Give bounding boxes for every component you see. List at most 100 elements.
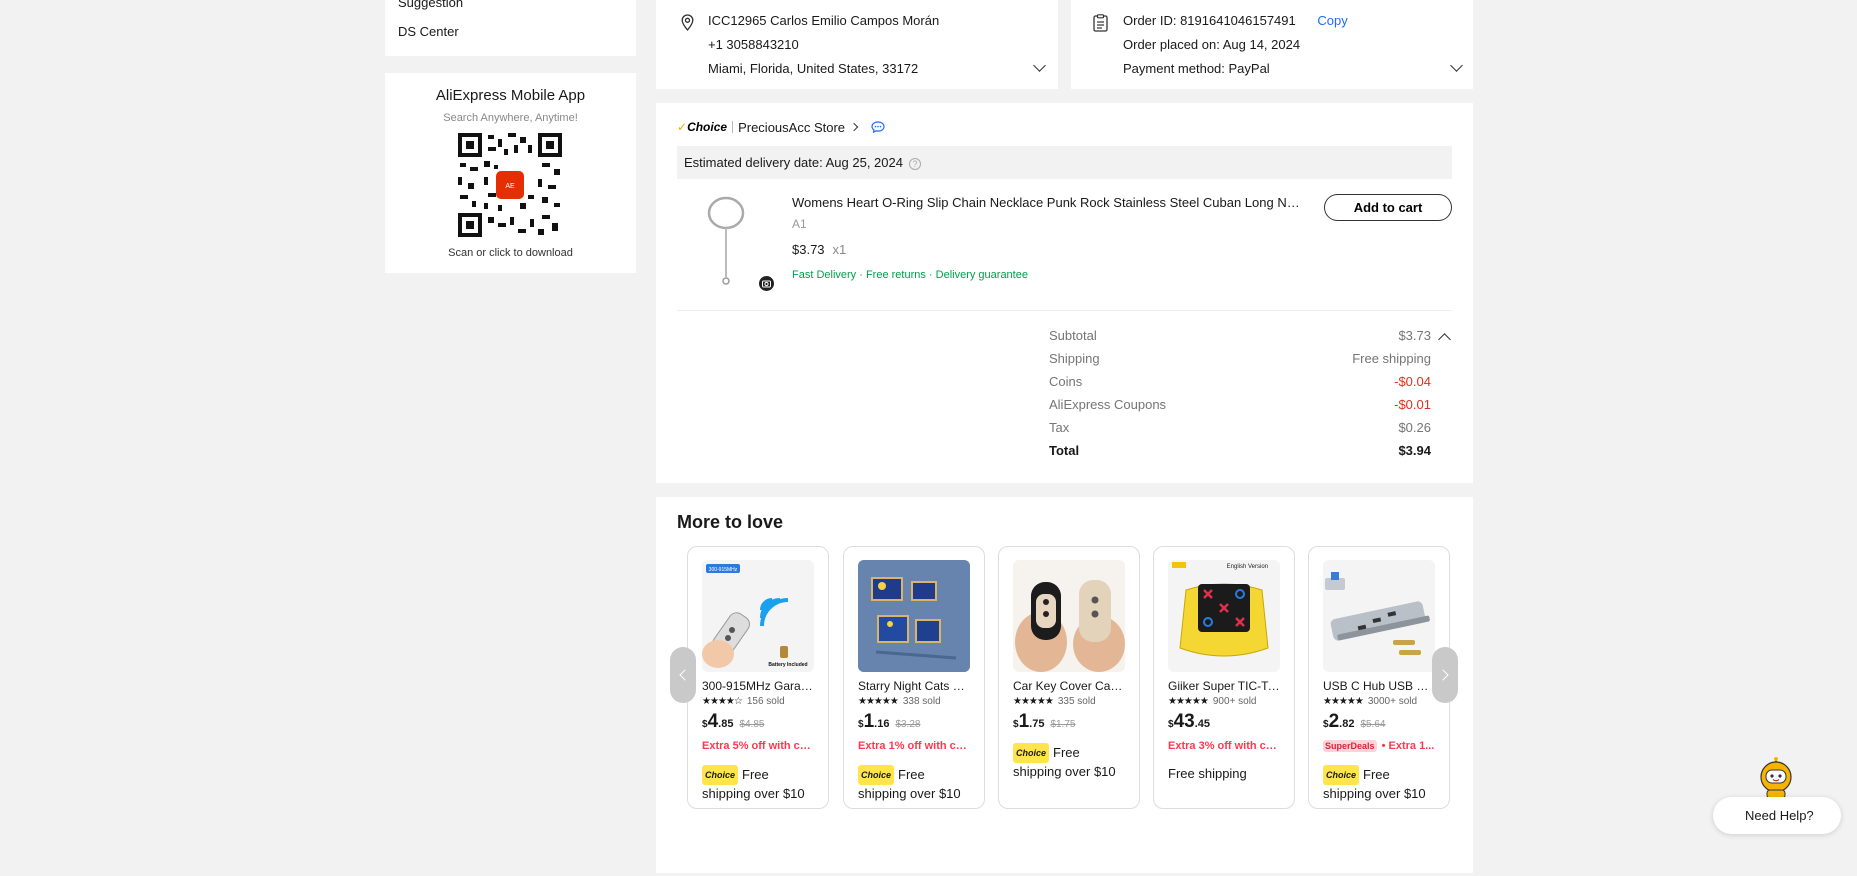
order-placed-date: Order placed on: Aug 14, 2024 <box>1123 37 1301 52</box>
sold-count: 156 sold <box>746 696 785 707</box>
product-price: $1.75 $1.75 <box>1013 711 1075 733</box>
summary-value: $0.26 <box>1398 420 1431 435</box>
address-phone: +1 3058843210 <box>708 37 799 52</box>
product-title[interactable]: 300-915MHz Garage Door Remote <box>702 679 814 693</box>
estimated-delivery-bar: Estimated delivery date: Aug 25, 2024? <box>677 146 1452 179</box>
image-caption-top: 300-915MHz <box>709 567 738 573</box>
product-rating: ★★★★☆ 156 sold <box>702 696 785 707</box>
summary-value: -$0.04 <box>1394 374 1431 389</box>
price-main: 1 <box>1018 711 1030 732</box>
price-cents: .75 <box>1029 718 1045 730</box>
summary-row-total: Total $3.94 <box>1049 443 1431 458</box>
more-to-love-title: More to love <box>677 512 784 532</box>
sold-count: 900+ sold <box>1212 696 1257 707</box>
copy-order-id-button[interactable]: Copy <box>1317 13 1347 28</box>
order-info-card: Order ID: 8191641046157491 Copy Order pl… <box>1071 0 1473 89</box>
store-name-link[interactable]: PreciousAcc Store <box>738 120 845 135</box>
chat-seller-icon[interactable] <box>871 121 885 133</box>
svg-text:AE: AE <box>505 183 515 190</box>
account-sidebar-menu: Suggestion DS Center <box>385 0 636 56</box>
store-header[interactable]: ✓Choice PreciousAcc Store <box>677 117 885 137</box>
rating-stars-icon: ★★★★★ <box>1323 696 1364 707</box>
shipping-info: Free shipping <box>1168 765 1283 783</box>
carousel-prev-button[interactable] <box>670 647 696 703</box>
product-price: $4.85 $4.85 <box>702 711 764 733</box>
extra-discount: Extra 5% off with coins <box>702 740 814 752</box>
product-title-link[interactable]: Womens Heart O-Ring Slip Chain Necklace … <box>792 195 1302 210</box>
product-rating: ★★★★★ 3000+ sold <box>1323 696 1417 707</box>
help-question-icon[interactable]: ? <box>908 157 921 170</box>
summary-collapse-chevron-icon[interactable] <box>1438 333 1451 346</box>
choice-badge: Choice <box>702 765 739 785</box>
summary-row-coins: Coins -$0.04 <box>1049 374 1431 389</box>
product-image[interactable] <box>858 560 970 672</box>
product-sku: A1 <box>792 217 807 231</box>
carousel-next-button[interactable] <box>1432 647 1458 703</box>
chevron-right-icon <box>849 122 859 132</box>
summary-row-shipping: Shipping Free shipping <box>1049 351 1431 366</box>
product-rating: ★★★★★ 900+ sold <box>1168 696 1256 707</box>
choice-logo: ✓Choice <box>677 120 728 134</box>
summary-label: Shipping <box>1049 351 1100 366</box>
product-title[interactable]: Starry Night Cats Enamel Pins <box>858 679 970 693</box>
need-help-button[interactable]: Need Help? <box>1713 797 1841 834</box>
recommended-product-card[interactable]: English Version Giiker Super TIC-TAC-TOE … <box>1153 546 1295 809</box>
help-robot-icon[interactable] <box>1756 757 1796 799</box>
price-main: 1 <box>863 711 875 732</box>
payment-method: Payment method: PayPal <box>1123 61 1270 76</box>
product-image[interactable] <box>1013 560 1125 672</box>
promo-line: SuperDeals • Extra 1... <box>1323 740 1435 752</box>
price-cents: .85 <box>718 718 734 730</box>
summary-value: $3.94 <box>1398 443 1431 458</box>
product-price: $3.73 <box>792 242 825 257</box>
add-to-cart-button[interactable]: Add to cart <box>1324 194 1452 221</box>
original-price: $3.28 <box>895 719 921 730</box>
chevron-right-icon <box>1437 669 1449 681</box>
delivery-guarantee-tags: Fast Delivery · Free returns · Delivery … <box>792 269 1028 281</box>
product-title[interactable]: Giiker Super TIC-TAC-TOE Game <box>1168 679 1280 693</box>
product-quantity: x1 <box>832 242 847 257</box>
recommended-product-card[interactable]: USB C Hub USB Hub 3.0 ★★★★★3000+ sold $2.8… <box>1308 546 1450 809</box>
product-title[interactable]: USB C Hub USB Hub 3.0 <box>1323 679 1435 693</box>
summary-value: Free shipping <box>1352 351 1431 366</box>
rating-stars-icon: ★★★★★ <box>858 696 899 707</box>
product-image[interactable]: English Version <box>1168 560 1280 672</box>
summary-row-tax: Tax $0.26 <box>1049 420 1431 435</box>
extra-discount: Extra 1... <box>1388 740 1435 752</box>
product-image[interactable]: 300-915MHz Battery Included <box>702 560 814 672</box>
product-title[interactable]: Car Key Cover Case Shell <box>1013 679 1125 693</box>
estimated-delivery-text: Estimated delivery date: Aug 25, 2024 <box>684 155 903 170</box>
app-download-qr-code[interactable]: AE <box>458 133 562 237</box>
extra-discount: Extra 3% off with coins <box>1168 740 1280 752</box>
shipping-address-card: ICC12965 Carlos Emilio Campos Morán +1 3… <box>656 0 1058 89</box>
summary-label: Tax <box>1049 420 1070 435</box>
original-price: $4.85 <box>739 719 765 730</box>
divider <box>732 121 734 133</box>
product-image[interactable] <box>1323 560 1435 672</box>
price-main: 4 <box>707 711 719 732</box>
product-price: $2.82 $5.64 <box>1323 711 1385 733</box>
order-info-expand-chevron-icon[interactable] <box>1450 59 1463 72</box>
store-order-card: ✓Choice PreciousAcc Store Estimated deli… <box>656 103 1473 483</box>
sold-count: 3000+ sold <box>1367 696 1418 707</box>
divider <box>677 310 1452 311</box>
recommended-product-card[interactable]: Car Key Cover Case Shell ★★★★★335 sold $1.… <box>998 546 1140 809</box>
product-rating: ★★★★★ 335 sold <box>1013 696 1096 707</box>
app-promo-cta[interactable]: Scan or click to download <box>385 247 636 259</box>
mobile-app-promo: AliExpress Mobile App Search Anywhere, A… <box>385 73 636 273</box>
camera-search-icon[interactable] <box>759 276 774 291</box>
sold-count: 338 sold <box>902 696 941 707</box>
sidebar-item-ds-center[interactable]: DS Center <box>398 24 459 39</box>
more-to-love-section: More to love 300-915MHz Battery Included 3… <box>656 497 1473 873</box>
original-price: $1.75 <box>1050 719 1076 730</box>
summary-value: $3.73 <box>1398 328 1431 343</box>
shipping-info: Choice Free shipping over $10 <box>1323 765 1438 803</box>
original-price: $5.64 <box>1360 719 1386 730</box>
address-expand-chevron-icon[interactable] <box>1033 59 1046 72</box>
recommended-product-card[interactable]: 300-915MHz Battery Included 300-915MHz Gar… <box>687 546 829 809</box>
choice-badge: Choice <box>1323 765 1360 785</box>
price-cents: .45 <box>1194 718 1210 730</box>
recommended-product-card[interactable]: Starry Night Cats Enamel Pins ★★★★★338 so… <box>843 546 985 809</box>
sidebar-item-suggestion[interactable]: Suggestion <box>398 0 463 10</box>
summary-row-subtotal: Subtotal $3.73 <box>1049 328 1431 343</box>
